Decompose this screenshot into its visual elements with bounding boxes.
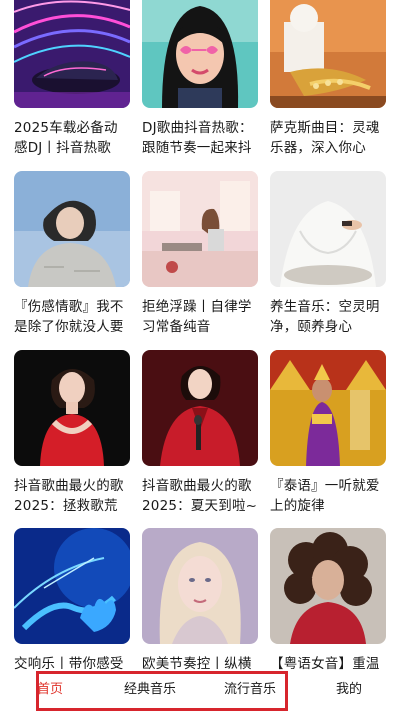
playlist-card[interactable]: 【粤语女音】重温 (270, 528, 386, 675)
playlist-cover-meditation[interactable] (270, 171, 386, 287)
playlist-card[interactable]: 养生音乐：空灵明净，颐养身心 (270, 171, 386, 337)
playlist-card[interactable]: DJ歌曲抖音热歌：跟随节奏一起来抖 (142, 0, 258, 158)
playlist-title: 养生音乐：空灵明净，颐养身心 (270, 299, 380, 335)
playlist-card[interactable]: 2025车载必备动感DJ丨抖音热歌 (14, 0, 130, 158)
bottom-tab-bar: 首页 经典音乐 流行音乐 我的 (0, 672, 400, 712)
playlist-title: 『伤感情歌』我不是除了你就没人要 (14, 299, 124, 335)
playlist-card[interactable]: 『伤感情歌』我不是除了你就没人要 (14, 171, 130, 337)
playlist-cover-comic-girl[interactable] (142, 0, 258, 108)
playlist-cover-singer-red-dress[interactable] (14, 350, 130, 466)
playlist-title: 拒绝浮躁丨自律学习常备纯音 (142, 299, 252, 335)
tab-home[interactable]: 首页 (22, 672, 78, 712)
playlist-title: 抖音歌曲最火的歌2025：夏天到啦~ (142, 478, 258, 514)
playlist-cover-golden-saxophone[interactable] (270, 0, 386, 108)
playlist-cover-pastel-study[interactable] (142, 171, 258, 287)
playlist-card[interactable]: 欧美节奏控丨纵横 (142, 528, 258, 675)
tab-mine[interactable]: 我的 (320, 672, 378, 712)
playlist-card[interactable]: 抖音歌曲最火的歌2025：夏天到啦~ (142, 350, 258, 516)
playlist-cover-blue-conductor[interactable] (14, 528, 130, 644)
playlist-card[interactable]: 抖音歌曲最火的歌2025：拯救歌荒 (14, 350, 130, 516)
playlist-title: 2025车载必备动感DJ丨抖音热歌 (14, 120, 118, 156)
playlist-cover-curly-hair-woman[interactable] (270, 528, 386, 644)
playlist-cover-blonde-woman[interactable] (142, 528, 258, 644)
playlist-card[interactable]: 拒绝浮躁丨自律学习常备纯音 (142, 171, 258, 337)
playlist-grid: 2025车载必备动感DJ丨抖音热歌 DJ歌曲抖音热歌：跟随节奏一起来抖 萨克斯曲… (0, 0, 400, 675)
playlist-card[interactable]: 交响乐丨带你感受 (14, 528, 130, 675)
playlist-card[interactable]: 萨克斯曲目：灵魂乐器，深入你心 (270, 0, 386, 158)
playlist-title: DJ歌曲抖音热歌：跟随节奏一起来抖 (142, 120, 253, 156)
playlist-title: 抖音歌曲最火的歌2025：拯救歌荒 (14, 478, 124, 514)
playlist-cover-neon-supercar[interactable] (14, 0, 130, 108)
playlist-title: 『泰语』一听就爱上的旋律 (270, 478, 380, 514)
playlist-card[interactable]: 『泰语』一听就爱上的旋律 (270, 350, 386, 516)
playlist-cover-thai-dancer[interactable] (270, 350, 386, 466)
tab-pop-music[interactable]: 流行音乐 (210, 672, 290, 712)
playlist-cover-woman-sweater[interactable] (14, 171, 130, 287)
playlist-title: 萨克斯曲目：灵魂乐器，深入你心 (270, 120, 380, 156)
playlist-cover-singer-red-suit[interactable] (142, 350, 258, 466)
tab-classic-music[interactable]: 经典音乐 (110, 672, 190, 712)
